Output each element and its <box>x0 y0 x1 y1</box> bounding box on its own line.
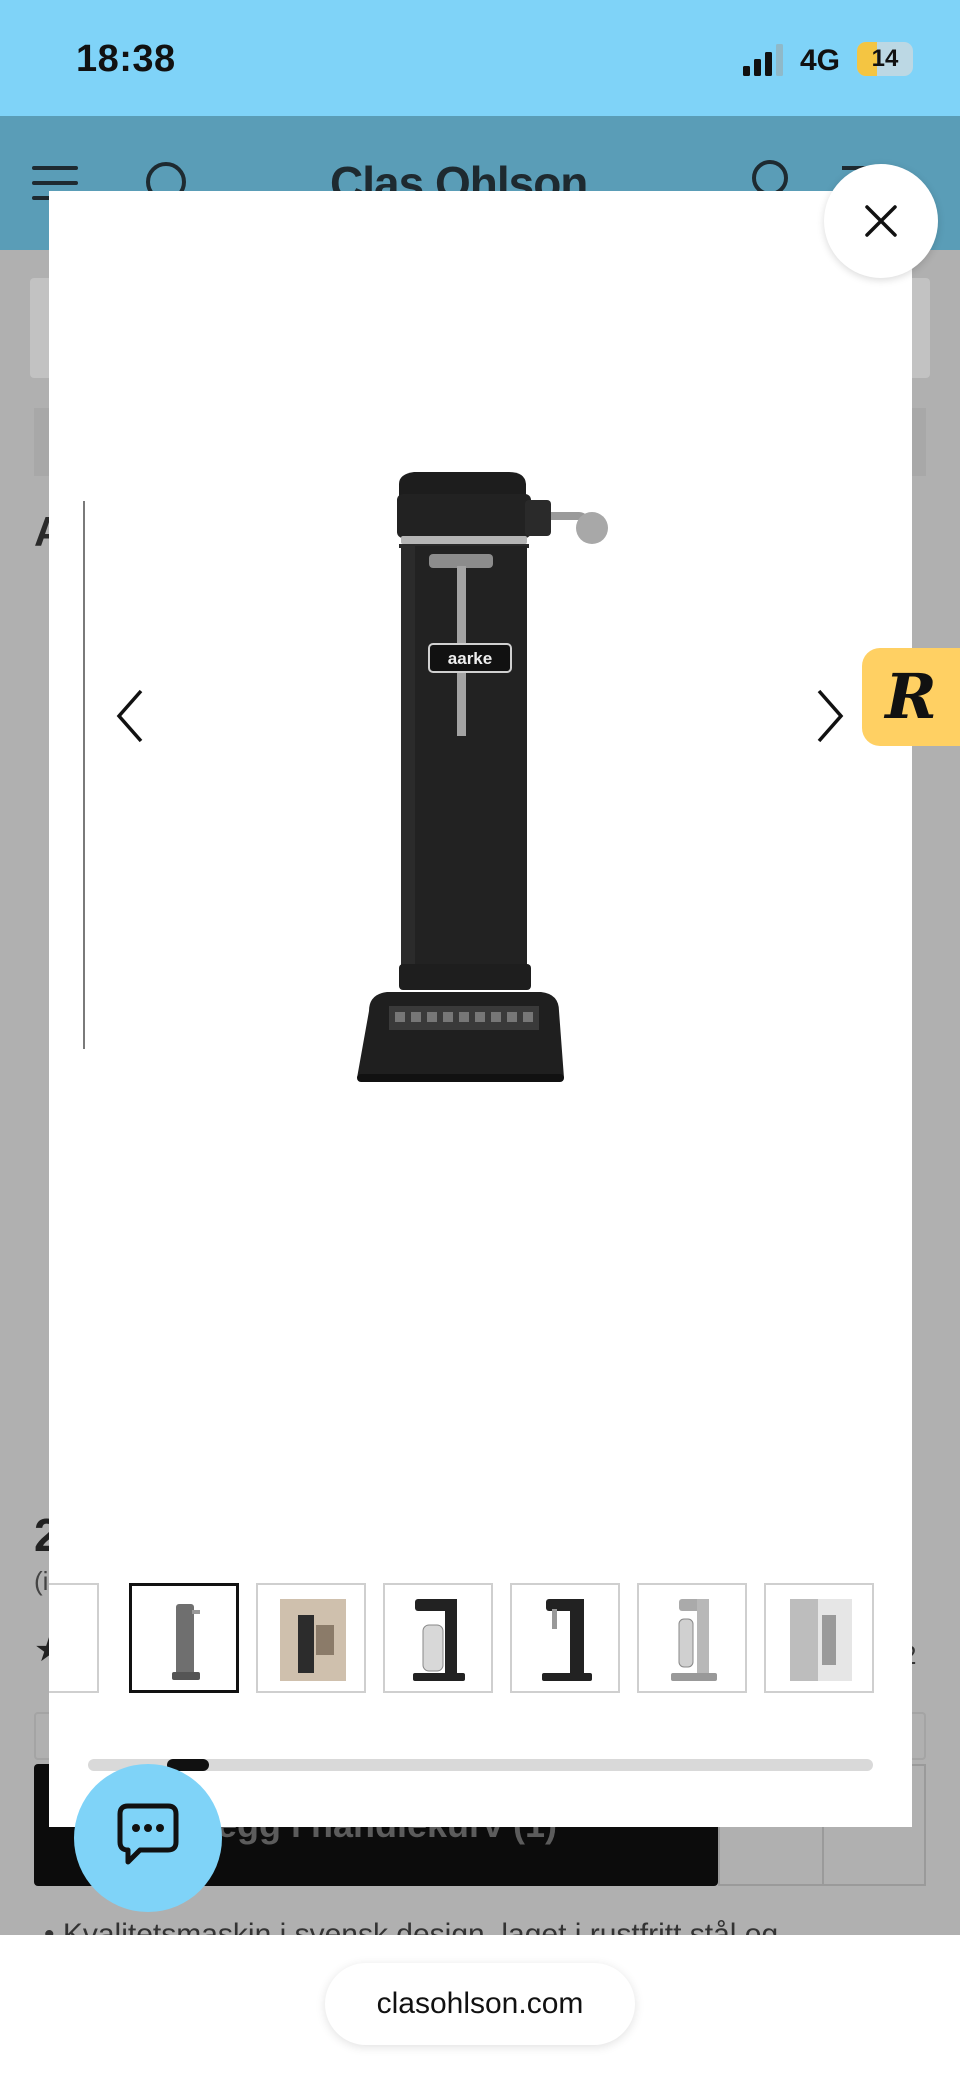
status-time: 18:38 <box>76 38 176 80</box>
close-button[interactable] <box>824 164 938 278</box>
thumbnail-black-carbonator-side[interactable] <box>510 1583 620 1693</box>
gallery-edge-line <box>83 501 85 1049</box>
battery-icon: 14 <box>857 42 913 76</box>
status-bar: 18:38 4G 14 <box>0 0 960 116</box>
chat-button[interactable] <box>74 1764 222 1912</box>
product-image-brand: aarke <box>448 649 492 668</box>
price-note-partial: (i <box>34 1566 49 1596</box>
reviews-badge-letter: R <box>885 660 937 733</box>
next-image-button[interactable] <box>809 681 849 751</box>
browser-bar: clasohlson.com <box>0 1935 960 2078</box>
thumbnail-partial[interactable] <box>49 1583 99 1693</box>
product-image[interactable]: aarke <box>329 366 669 1166</box>
thumbnail-strip <box>49 1583 879 1701</box>
chat-icon <box>117 1803 179 1865</box>
cellular-signal-icon <box>743 44 783 76</box>
reviews-badge[interactable]: R <box>862 648 960 746</box>
close-icon <box>865 205 897 237</box>
previous-image-button[interactable] <box>111 681 151 751</box>
thumbnail-black-carbonator[interactable] <box>129 1583 239 1693</box>
thumbnail-kitchen-photo[interactable] <box>764 1583 874 1693</box>
thumbnail-carbonator-with-bottle[interactable] <box>383 1583 493 1693</box>
battery-level: 14 <box>871 45 899 72</box>
thumbnail-steel-carbonator[interactable] <box>637 1583 747 1693</box>
image-gallery-modal: aarke <box>49 191 912 1827</box>
network-type: 4G <box>800 44 841 77</box>
thumbnail-lifestyle-photo[interactable] <box>256 1583 366 1693</box>
url-bar[interactable]: clasohlson.com <box>325 1963 635 2045</box>
